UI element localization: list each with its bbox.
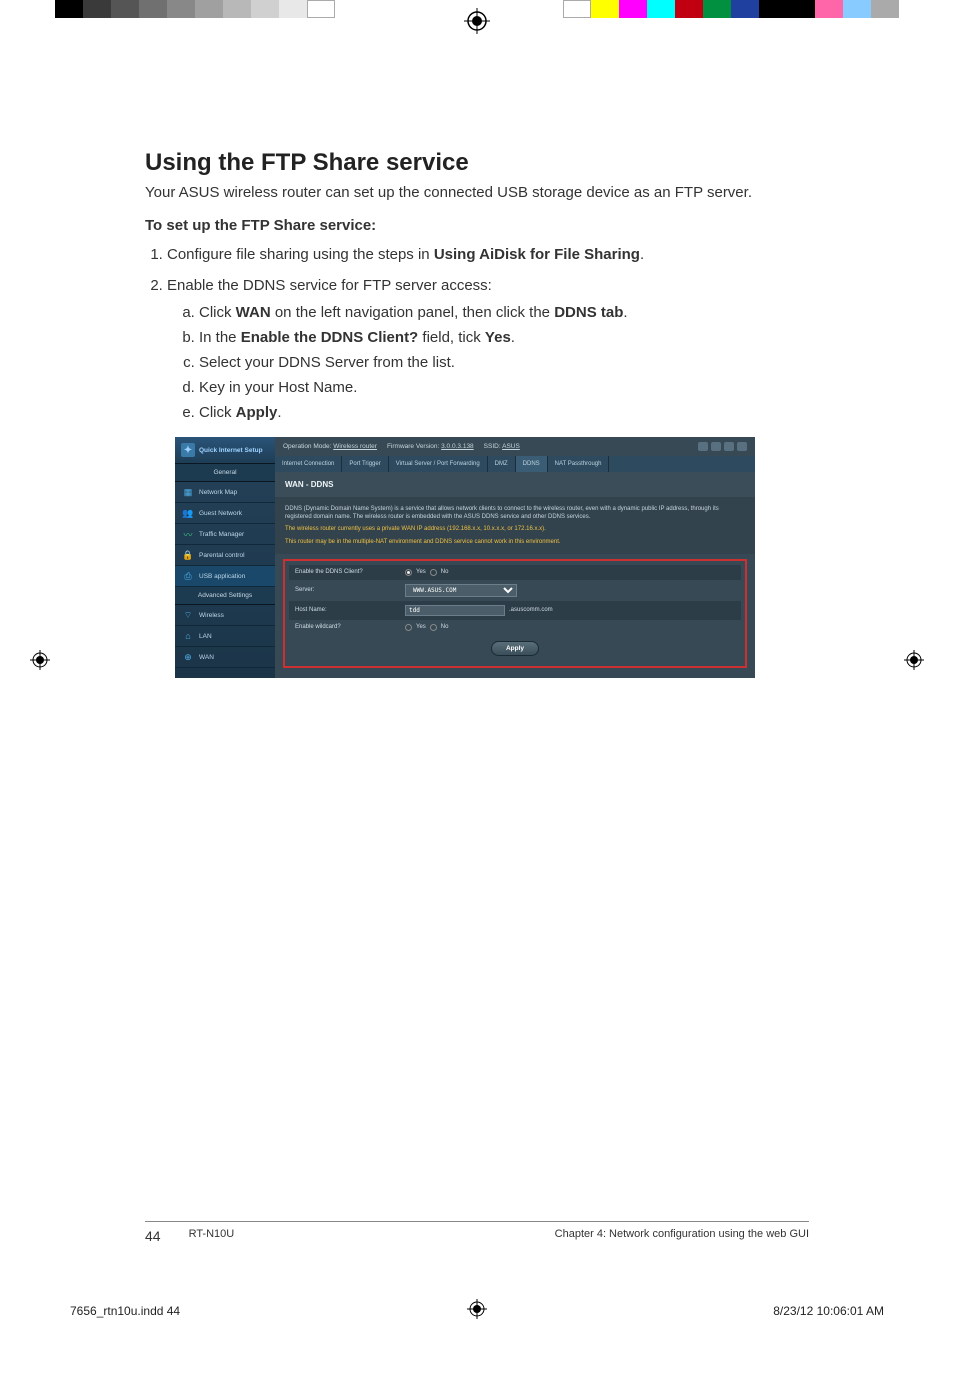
sidebar-item-parental-control[interactable]: 🔒Parental control xyxy=(175,545,275,566)
registration-mark-left-icon xyxy=(30,650,50,675)
step-2d: Key in your Host Name. xyxy=(199,377,809,398)
topbar: Operation Mode: Wireless router Firmware… xyxy=(275,437,755,456)
apply-button[interactable]: Apply xyxy=(491,641,539,656)
quick-internet-setup[interactable]: ✦ Quick Internet Setup xyxy=(175,437,275,464)
tab-nat-passthrough[interactable]: NAT Passthrough xyxy=(548,456,610,472)
wand-icon: ✦ xyxy=(181,443,195,457)
ddns-form: Enable the DDNS Client? Yes No Server: W… xyxy=(283,559,747,668)
hostname-suffix: .asuscomm.com xyxy=(509,607,553,613)
guest-network-icon: 👥 xyxy=(182,508,194,518)
firmware-link[interactable]: 3.0.0.3.138 xyxy=(441,443,474,450)
server-select[interactable]: WWW.ASUS.COM xyxy=(405,584,517,597)
page-heading: Using the FTP Share service xyxy=(145,149,809,177)
sidebar-item-lan[interactable]: ⌂LAN xyxy=(175,626,275,647)
hostname-input[interactable] xyxy=(405,605,505,616)
usb-icon: ⎙ xyxy=(182,571,194,581)
sidebar-item-network-map[interactable]: ▦Network Map xyxy=(175,482,275,503)
internet-status-icon[interactable] xyxy=(724,442,734,451)
sidebar-item-usb-application[interactable]: ⎙USB application xyxy=(175,566,275,587)
step-2a: Click WAN on the left navigation panel, … xyxy=(199,302,809,323)
intro-text: Your ASUS wireless router can set up the… xyxy=(145,183,809,203)
sidebar-item-traffic-manager[interactable]: 〰Traffic Manager xyxy=(175,524,275,545)
router-screenshot: ✦ Quick Internet Setup General ▦Network … xyxy=(175,437,755,677)
lan-icon: ⌂ xyxy=(182,631,194,641)
indd-file: 7656_rtn10u.indd 44 xyxy=(70,1304,180,1318)
step-2e: Click Apply. xyxy=(199,402,809,423)
hostname-label: Host Name: xyxy=(295,607,405,613)
tab-virtual-server[interactable]: Virtual Server / Port Forwarding xyxy=(389,456,488,472)
registration-mark-icon xyxy=(464,8,490,39)
client-status-icon[interactable] xyxy=(711,442,721,451)
print-datetime: 8/23/12 10:06:01 AM xyxy=(773,1304,884,1318)
wildcard-label: Enable wildcard? xyxy=(295,624,405,630)
tab-internet-connection[interactable]: Internet Connection xyxy=(275,456,342,472)
registration-mark-bottom-icon xyxy=(180,1299,773,1322)
globe-icon: ⊕ xyxy=(182,652,194,662)
sidebar-item-wan[interactable]: ⊕WAN xyxy=(175,647,275,668)
enable-ddns-no-radio[interactable] xyxy=(430,569,437,576)
subheading: To set up the FTP Share service: xyxy=(145,217,809,234)
chapter-label: Chapter 4: Network configuration using t… xyxy=(555,1228,809,1244)
wildcard-yes-radio[interactable] xyxy=(405,624,412,631)
sidebar-item-wireless[interactable]: ⌔Wireless xyxy=(175,605,275,626)
tab-port-trigger[interactable]: Port Trigger xyxy=(342,456,388,472)
ddns-description: DDNS (Dynamic Domain Name System) is a s… xyxy=(275,497,755,553)
wildcard-no-radio[interactable] xyxy=(430,624,437,631)
section-advanced: Advanced Settings xyxy=(175,587,275,605)
ssid-link[interactable]: ASUS xyxy=(502,443,520,450)
section-general: General xyxy=(175,464,275,482)
wifi-icon: ⌔ xyxy=(182,610,194,620)
step-2b: In the Enable the DDNS Client? field, ti… xyxy=(199,327,809,348)
sitemap-icon[interactable] xyxy=(737,442,747,451)
server-label: Server: xyxy=(295,587,405,593)
network-map-icon: ▦ xyxy=(182,487,194,497)
op-mode-link[interactable]: Wireless router xyxy=(333,443,377,450)
sidebar-item-guest-network[interactable]: 👥Guest Network xyxy=(175,503,275,524)
tab-dmz[interactable]: DMZ xyxy=(488,456,516,472)
tab-ddns[interactable]: DDNS xyxy=(516,456,548,472)
step-2: Enable the DDNS service for FTP server a… xyxy=(167,275,809,423)
page-number: 44 xyxy=(145,1228,161,1244)
lock-icon: 🔒 xyxy=(182,550,194,560)
sidebar: ✦ Quick Internet Setup General ▦Network … xyxy=(175,437,275,677)
enable-ddns-label: Enable the DDNS Client? xyxy=(295,569,405,575)
top-icons xyxy=(698,442,747,451)
print-footer: 7656_rtn10u.indd 44 8/23/12 10:06:01 AM xyxy=(0,1289,954,1340)
step-1: Configure file sharing using the steps i… xyxy=(167,244,809,265)
step-2c: Select your DDNS Server from the list. xyxy=(199,352,809,373)
panel-title: WAN - DDNS xyxy=(275,472,755,497)
model-name: RT-N10U xyxy=(189,1228,235,1244)
wan-tabs: Internet Connection Port Trigger Virtual… xyxy=(275,456,755,472)
page-footer: 44 RT-N10U Chapter 4: Network configurat… xyxy=(145,1221,809,1244)
usb-status-icon[interactable] xyxy=(698,442,708,451)
registration-mark-right-icon xyxy=(904,650,924,675)
enable-ddns-yes-radio[interactable] xyxy=(405,569,412,576)
traffic-manager-icon: 〰 xyxy=(182,529,194,539)
